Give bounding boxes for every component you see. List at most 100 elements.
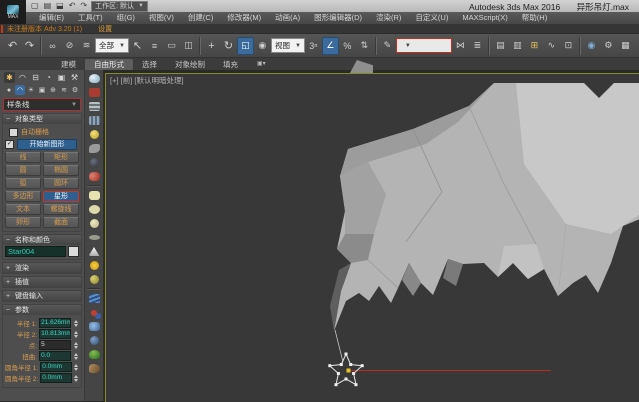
rounded-rect-icon[interactable] bbox=[86, 189, 102, 202]
align-icon[interactable]: ≣ bbox=[469, 37, 486, 55]
scale-icon[interactable]: ◱ bbox=[237, 37, 254, 55]
save-icon[interactable]: ⬓ bbox=[55, 1, 65, 11]
lights-icon[interactable]: ☀ bbox=[26, 85, 36, 95]
shape-egg-button[interactable]: 卵形 bbox=[5, 217, 41, 228]
redo-icon[interactable]: ↷ bbox=[21, 37, 38, 55]
hierarchy-tab-icon[interactable]: ⊟ bbox=[30, 72, 41, 83]
shape-arc-button[interactable]: 弧 bbox=[5, 178, 41, 189]
snap-3d-icon[interactable]: 3ⁿ bbox=[305, 37, 322, 55]
shapes-icon[interactable]: ◠ bbox=[15, 85, 25, 95]
radius2-field[interactable]: 10.813mm bbox=[39, 329, 71, 339]
ellipse-icon[interactable] bbox=[86, 203, 102, 216]
utilities-tab-icon[interactable]: ⚒ bbox=[69, 72, 80, 83]
schematic-view-icon[interactable]: ⊡ bbox=[560, 37, 577, 55]
viewport-label[interactable]: [+] [前] [默认明暗处理] bbox=[110, 75, 184, 86]
ribbon-minimize-icon[interactable]: ▣▾ bbox=[257, 59, 266, 70]
geometry-icon[interactable]: ● bbox=[4, 85, 14, 95]
menu-customize[interactable]: 自定义(U) bbox=[408, 12, 455, 24]
radius2-spinner[interactable] bbox=[72, 329, 79, 339]
teapot-icon[interactable] bbox=[86, 72, 102, 85]
points-spinner[interactable] bbox=[72, 340, 79, 350]
render-production-icon[interactable]: ◖ bbox=[634, 37, 639, 55]
plugin-settings-button[interactable]: 设置 bbox=[98, 24, 112, 34]
window-crossing-icon[interactable]: ◫ bbox=[180, 37, 197, 55]
shape-helix-button[interactable]: 螺旋线 bbox=[43, 204, 79, 215]
rendering-header[interactable]: + 渲染 bbox=[3, 263, 81, 273]
red-cluster-icon[interactable] bbox=[86, 170, 102, 183]
workspace-dropdown[interactable]: 工作区: 默认 ▼ bbox=[91, 1, 148, 12]
menu-maxscript[interactable]: MAXScript(X) bbox=[455, 12, 514, 24]
percent-snap-icon[interactable]: % bbox=[339, 37, 356, 55]
unlink-icon[interactable]: ⊘ bbox=[61, 37, 78, 55]
light-bulb-icon[interactable] bbox=[86, 128, 102, 141]
ribbon-toggle-icon[interactable]: ▥ bbox=[509, 37, 526, 55]
menu-group[interactable]: 组(G) bbox=[110, 12, 142, 24]
disc-icon[interactable] bbox=[86, 231, 102, 244]
angle-snap-icon[interactable]: ∠ bbox=[322, 37, 339, 55]
selection-filter-dropdown[interactable]: 全部 ▼ bbox=[95, 38, 129, 53]
shape-circle-button[interactable]: 圆 bbox=[5, 165, 41, 176]
shape-rectangle-button[interactable]: 矩形 bbox=[43, 152, 79, 163]
edit-named-sets-icon[interactable]: ✎ bbox=[379, 37, 396, 55]
dark-sphere-icon[interactable] bbox=[86, 156, 102, 169]
app-logo[interactable]: MAX bbox=[0, 0, 26, 24]
rotate-icon[interactable]: ↻ bbox=[220, 37, 237, 55]
menu-help[interactable]: 帮助(H) bbox=[515, 12, 554, 24]
ribbon-tab-modeling[interactable]: 建模 bbox=[52, 59, 85, 70]
parameters-header[interactable]: − 参数 bbox=[3, 305, 81, 315]
start-new-shape-button[interactable]: 开始新图形 bbox=[17, 139, 77, 150]
sun-icon[interactable] bbox=[86, 259, 102, 272]
rect-region-icon[interactable]: ▭ bbox=[163, 37, 180, 55]
water-icon[interactable] bbox=[86, 292, 102, 305]
move-icon[interactable]: + bbox=[203, 37, 220, 55]
pivot-center-icon[interactable]: ◉ bbox=[254, 37, 271, 55]
shape-category-dropdown[interactable]: 样条线 ▼ bbox=[3, 98, 81, 111]
object-color-swatch[interactable] bbox=[68, 246, 79, 257]
create-tab-icon[interactable]: ✱ bbox=[4, 72, 15, 83]
grid-icon[interactable] bbox=[86, 114, 102, 127]
shape-section-button[interactable]: 截面 bbox=[43, 217, 79, 228]
undo-icon[interactable]: ↶ bbox=[4, 37, 21, 55]
distortion-field[interactable]: 0.0 bbox=[39, 351, 71, 361]
list-icon[interactable] bbox=[86, 100, 102, 113]
helpers-icon[interactable]: ⊕ bbox=[48, 85, 58, 95]
name-color-header[interactable]: − 名称和颜色 bbox=[3, 235, 81, 245]
bind-spacewarp-icon[interactable]: ≋ bbox=[78, 37, 95, 55]
undo-icon[interactable]: ↶ bbox=[68, 1, 77, 11]
menu-tools[interactable]: 工具(T) bbox=[71, 12, 110, 24]
ribbon-tab-freeform[interactable]: 自由形式 bbox=[85, 59, 133, 70]
autogrid-checkbox[interactable] bbox=[9, 128, 18, 137]
spinner-snap-icon[interactable]: ⇅ bbox=[356, 37, 373, 55]
radius1-spinner[interactable] bbox=[72, 318, 79, 328]
molecule-icon[interactable] bbox=[86, 306, 102, 319]
named-selection-dropdown[interactable]: ▼ bbox=[396, 38, 452, 53]
select-by-name-icon[interactable]: ≡ bbox=[146, 37, 163, 55]
points-field[interactable]: 5 bbox=[39, 340, 71, 350]
shape-donut-button[interactable]: 圆环 bbox=[43, 178, 79, 189]
coord-system-dropdown[interactable]: 视图 ▼ bbox=[271, 38, 305, 53]
object-type-header[interactable]: − 对象类型 bbox=[3, 114, 81, 124]
new-icon[interactable]: ▢ bbox=[30, 1, 40, 11]
motion-tab-icon[interactable]: ◔ bbox=[43, 72, 54, 83]
sphere-icon[interactable] bbox=[86, 217, 102, 230]
object-name-field[interactable]: Star004 bbox=[5, 246, 66, 257]
cone-icon[interactable] bbox=[86, 245, 102, 258]
cameras-icon[interactable]: ▣ bbox=[37, 85, 47, 95]
shape-star-button[interactable]: 星形 bbox=[43, 191, 79, 202]
rock-icon[interactable] bbox=[86, 334, 102, 347]
ribbon-tab-selection[interactable]: 选择 bbox=[133, 59, 166, 70]
open-icon[interactable]: ▤ bbox=[43, 1, 53, 11]
shape-text-button[interactable]: 文本 bbox=[5, 204, 41, 215]
olive-sphere-icon[interactable] bbox=[86, 273, 102, 286]
keyboard-entry-header[interactable]: + 键盘输入 bbox=[3, 291, 81, 301]
display-tab-icon[interactable]: ▣ bbox=[56, 72, 67, 83]
mirror-icon[interactable]: ⋈ bbox=[452, 37, 469, 55]
fillet1-field[interactable]: 0.0mm bbox=[40, 362, 71, 372]
interpolation-header[interactable]: + 插值 bbox=[3, 277, 81, 287]
shape-line-button[interactable]: 线 bbox=[5, 152, 41, 163]
atom-icon[interactable] bbox=[86, 320, 102, 333]
select-object-icon[interactable]: ↖ bbox=[129, 37, 146, 55]
material-chip-icon[interactable] bbox=[86, 86, 102, 99]
radius1-field[interactable]: 21.626mm bbox=[39, 318, 71, 328]
material-editor-icon[interactable]: ◉ bbox=[583, 37, 600, 55]
